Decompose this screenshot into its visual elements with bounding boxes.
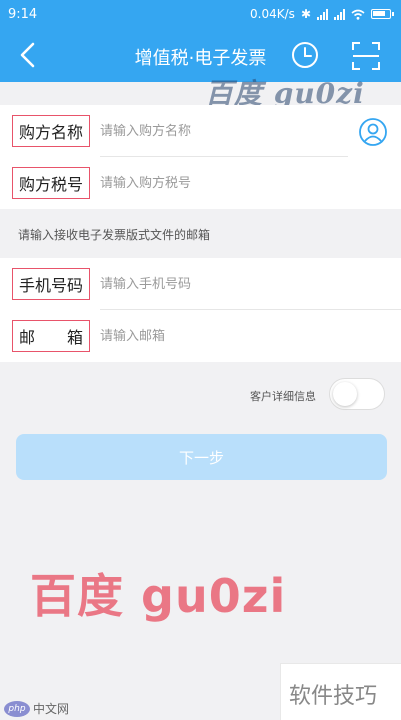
site-logo: php 中文网 (4, 700, 69, 717)
buyer-tax-label: 购方税号 (12, 167, 90, 199)
watermark-box-text: 软件技巧 (289, 684, 378, 709)
phone-label: 手机号码 (12, 268, 90, 300)
status-bar: 9:14 0.04K/s ✱ (0, 0, 401, 30)
email-input[interactable] (100, 326, 340, 346)
email-label: 邮 箱 (12, 320, 90, 352)
email-label-left: 邮 (19, 328, 36, 347)
signal-icon (317, 8, 328, 20)
buyer-name-row: 购方名称 (0, 105, 401, 157)
customer-details-toggle[interactable] (329, 378, 385, 410)
page-title: 增值税·电子发票 (134, 48, 267, 69)
status-icons: 0.04K/s ✱ (250, 7, 394, 21)
history-clock-icon[interactable] (290, 40, 320, 70)
php-logo-icon: php (4, 700, 30, 717)
watermark-bottom: 百度 gu0zi (30, 569, 287, 623)
network-speed: 0.04K/s (250, 7, 295, 21)
email-hint: 请输入接收电子发票版式文件的邮箱 (18, 228, 211, 242)
email-label-right: 箱 (66, 328, 83, 347)
next-button[interactable]: 下一步 (16, 434, 387, 480)
scan-icon[interactable] (350, 40, 382, 72)
toggle-knob (333, 382, 357, 406)
status-time: 9:14 (8, 7, 38, 22)
buyer-tax-input[interactable] (100, 173, 340, 193)
signal-icon-2 (334, 8, 345, 20)
logo-text: 中文网 (33, 702, 70, 716)
email-row: 邮 箱 (0, 310, 401, 362)
phone-row: 手机号码 (0, 258, 401, 310)
buyer-card: 购方名称 购方税号 (0, 105, 401, 209)
contact-card: 手机号码 邮 箱 (0, 258, 401, 362)
watermark-box: 软件技巧 (280, 663, 401, 720)
customer-details-label: 客户详细信息 (250, 390, 316, 403)
contact-person-icon[interactable] (358, 117, 388, 147)
buyer-name-input[interactable] (100, 121, 340, 141)
battery-icon (371, 9, 394, 19)
buyer-name-label: 购方名称 (12, 115, 90, 147)
wifi-icon (351, 9, 365, 20)
bluetooth-icon: ✱ (300, 7, 311, 21)
buyer-tax-row: 购方税号 (0, 157, 401, 209)
phone-input[interactable] (100, 274, 340, 294)
